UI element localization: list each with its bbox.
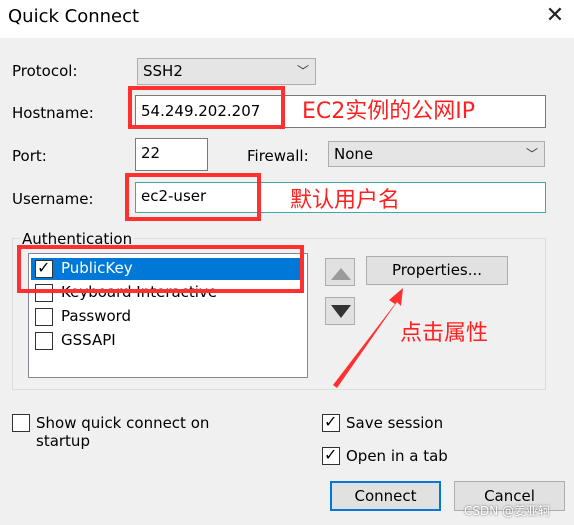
properties-button[interactable]: Properties...	[366, 256, 508, 285]
firewall-label: Firewall:	[247, 147, 309, 165]
username-label: Username:	[12, 190, 94, 208]
watermark: CSDN @姜亚轲	[464, 504, 551, 518]
list-item[interactable]: Password	[31, 306, 301, 328]
window-title: Quick Connect	[8, 6, 140, 27]
list-item-label: GSSAPI	[61, 331, 116, 349]
protocol-value: SSH2	[143, 62, 183, 80]
firewall-value: None	[334, 145, 374, 163]
connect-button[interactable]: Connect	[330, 481, 441, 511]
protocol-label: Protocol:	[12, 62, 78, 80]
open-in-tab-option[interactable]: Open in a tab	[322, 445, 472, 468]
checkbox[interactable]	[12, 414, 30, 432]
close-icon[interactable]: ✕	[541, 2, 569, 30]
protocol-select[interactable]: SSH2 ﹀	[137, 58, 316, 85]
checkbox[interactable]	[35, 332, 53, 350]
checkbox[interactable]	[35, 308, 53, 326]
checkbox[interactable]	[322, 445, 340, 465]
port-input[interactable]: 22	[135, 138, 208, 171]
properties-annotation: 点击属性	[400, 321, 489, 346]
hostname-highlight	[128, 86, 285, 129]
port-value: 22	[141, 144, 161, 162]
publickey-highlight	[17, 245, 304, 293]
list-item-label: Password	[61, 307, 132, 325]
save-session-option[interactable]: Save session	[322, 412, 472, 435]
show-quick-connect-option[interactable]: Show quick connect on startup	[12, 413, 262, 450]
option-label: Show quick connect on startup	[36, 414, 210, 450]
chevron-down-icon: ﹀	[525, 147, 538, 161]
option-label: Open in a tab	[346, 447, 448, 465]
list-item[interactable]: GSSAPI	[31, 330, 301, 352]
hostname-annotation: EC2实例的公网IP	[302, 99, 476, 124]
username-highlight	[125, 173, 261, 221]
firewall-select[interactable]: None ﹀	[328, 141, 545, 167]
chevron-down-icon: ﹀	[296, 64, 309, 78]
hostname-label: Hostname:	[12, 104, 94, 122]
username-annotation: 默认用户名	[290, 188, 401, 213]
checkbox[interactable]	[322, 412, 340, 432]
option-label: Save session	[346, 414, 444, 432]
port-label: Port:	[12, 147, 47, 165]
